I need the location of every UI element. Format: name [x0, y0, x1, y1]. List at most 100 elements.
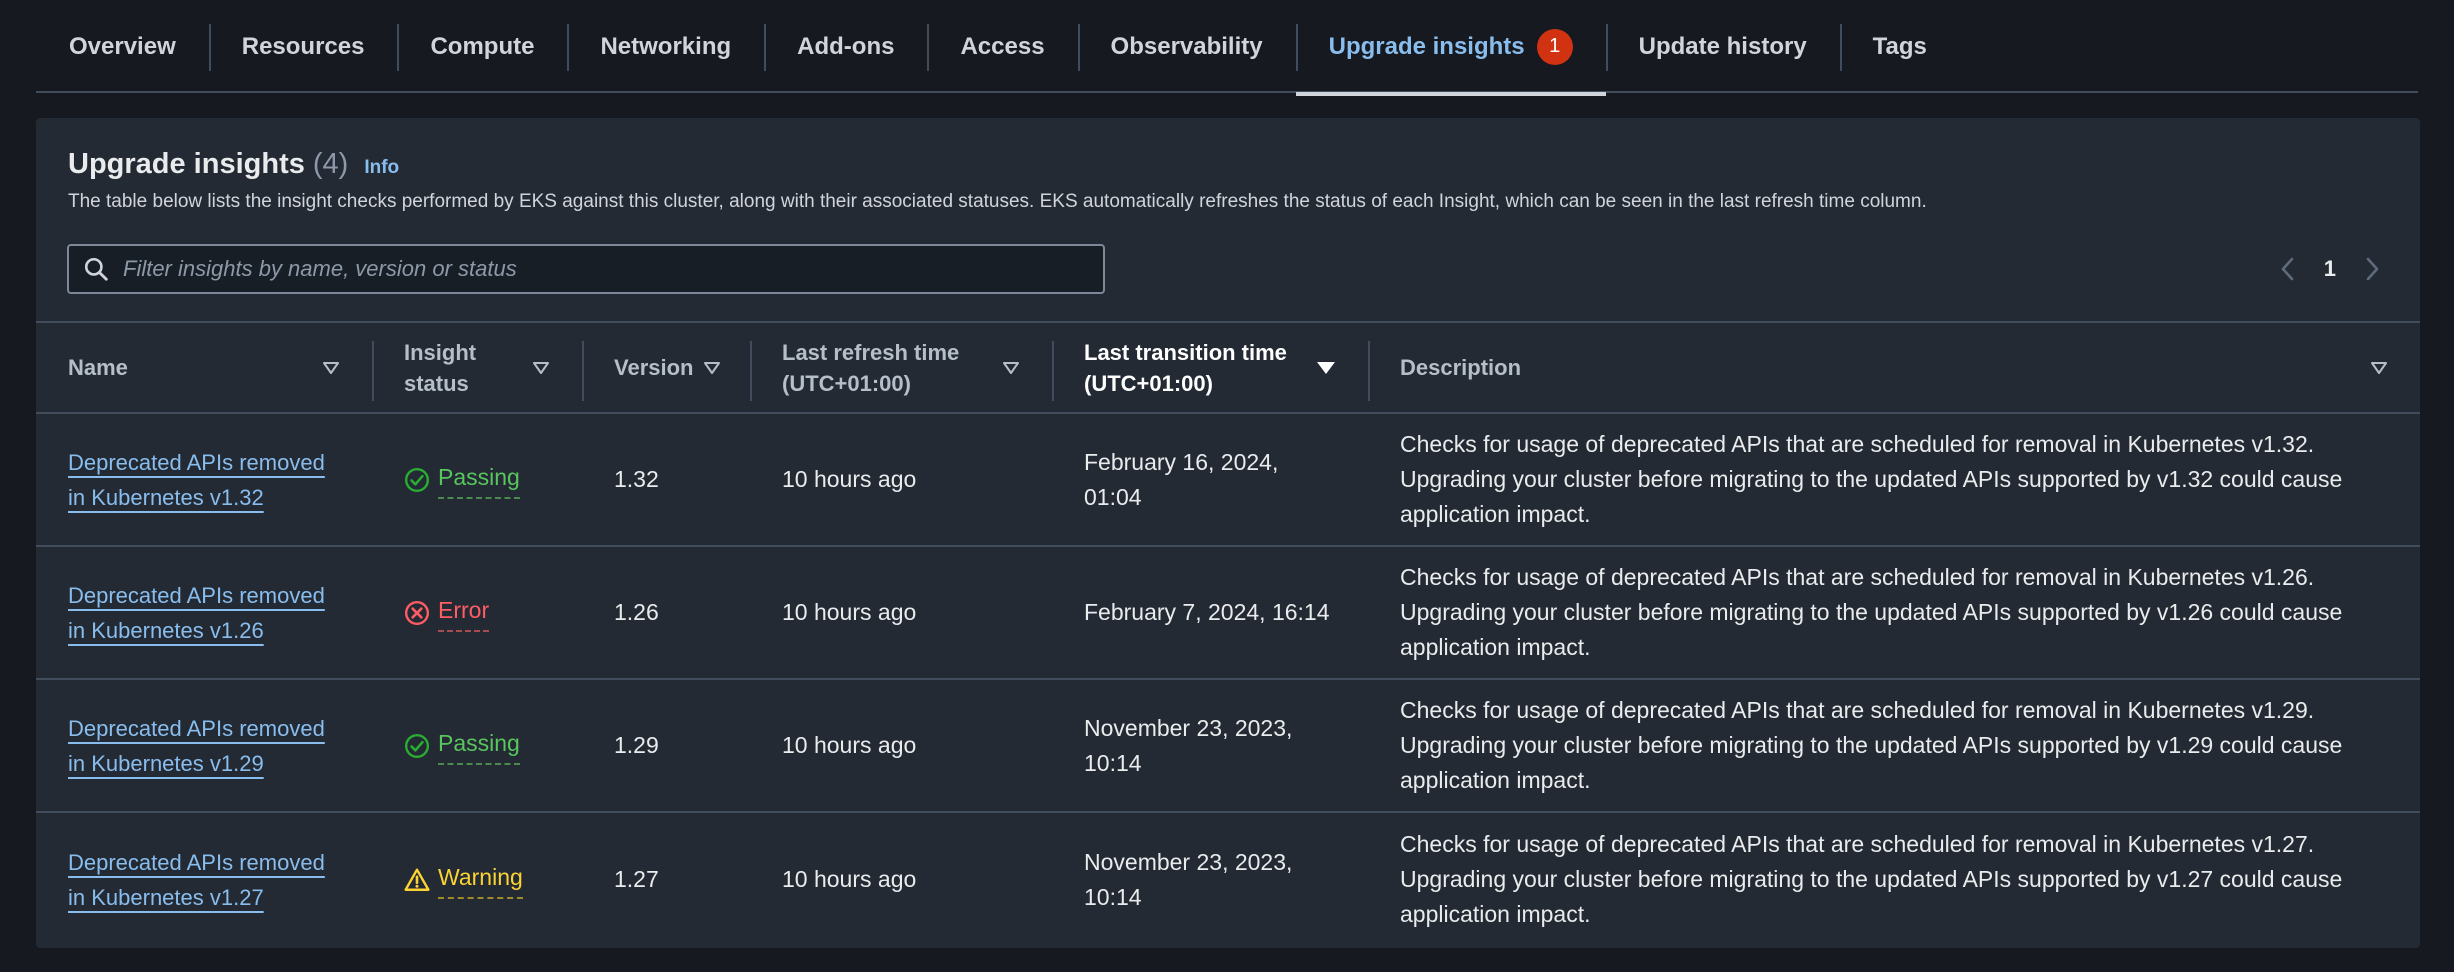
page-number-current[interactable]: 1 — [2324, 256, 2336, 282]
cell-last-transition: February 7, 2024, 16:14 — [1084, 599, 1330, 625]
tab-label: Compute — [430, 32, 535, 60]
tab-label: Resources — [241, 32, 365, 60]
status-label: Passing — [438, 726, 520, 765]
pagination: 1 — [2276, 251, 2384, 287]
check-circle-icon — [404, 733, 430, 758]
cell-last-transition: November 23, 2023, 10:14 — [1084, 848, 1293, 910]
insights-table: Name Insight status Version Last refresh… — [36, 321, 2420, 946]
insight-count: (4) — [312, 148, 349, 180]
cell-last-refresh: 10 hours ago — [782, 732, 917, 758]
tab-upgrade-insights[interactable]: Upgrade insights 1 — [1295, 0, 1606, 96]
column-header-label: Last refresh time (UTC+01:00) — [782, 339, 960, 396]
column-header-name[interactable]: Name — [36, 323, 372, 412]
status-badge: Passing — [404, 460, 520, 499]
cell-description: Checks for usage of deprecated APIs that… — [1400, 564, 2343, 660]
caret-down-icon[interactable] — [322, 361, 340, 375]
tab-overview[interactable]: Overview — [36, 0, 209, 93]
column-header-last-refresh-time[interactable]: Last refresh time (UTC+01:00) — [750, 323, 1052, 412]
caret-down-icon[interactable] — [1316, 360, 1336, 376]
status-badge: Passing — [404, 726, 520, 765]
tab-label: Overview — [69, 32, 176, 60]
tab-resources[interactable]: Resources — [208, 0, 398, 93]
panel-title-row: Upgrade insights (4) Info — [68, 148, 2388, 181]
cell-last-transition: February 16, 2024, 01:04 — [1084, 448, 1279, 510]
cell-description: Checks for usage of deprecated APIs that… — [1400, 831, 2343, 927]
column-header-version[interactable]: Version — [582, 323, 750, 412]
status-badge: Warning — [404, 860, 523, 899]
tab-label: Update history — [1638, 32, 1807, 60]
cell-name: Deprecated APIs removed in Kubernetes v1… — [36, 813, 372, 946]
tab-tags[interactable]: Tags — [1839, 0, 1960, 93]
cell-version: 1.27 — [614, 866, 659, 892]
tab-access[interactable]: Access — [927, 0, 1077, 93]
status-label: Passing — [438, 460, 520, 499]
tab-label: Upgrade insights — [1328, 32, 1525, 60]
cell-name: Deprecated APIs removed in Kubernetes v1… — [36, 414, 372, 545]
tab-networking[interactable]: Networking — [567, 0, 764, 93]
tab-label: Add-ons — [797, 32, 895, 60]
cell-version: 1.32 — [614, 466, 659, 492]
table-row: Deprecated APIs removed in Kubernetes v1… — [36, 680, 2420, 813]
filter-search-box — [67, 244, 1105, 294]
cell-status: Passing — [372, 414, 582, 545]
table-row: Deprecated APIs removed in Kubernetes v1… — [36, 813, 2420, 946]
panel-title: Upgrade insights — [68, 148, 305, 180]
status-label: Error — [438, 593, 490, 632]
table-header: Name Insight status Version Last refresh… — [36, 321, 2420, 414]
tab-label: Observability — [1110, 32, 1263, 60]
column-header-description[interactable]: Description — [1368, 323, 2420, 412]
status-label: Warning — [438, 860, 523, 899]
table-row: Deprecated APIs removed in Kubernetes v1… — [36, 547, 2420, 680]
insight-name-link[interactable]: Deprecated APIs removed in Kubernetes v1… — [68, 711, 340, 781]
column-header-label: Last transition time (UTC+01:00) — [1084, 339, 1287, 396]
column-header-insight-status[interactable]: Insight status — [372, 323, 582, 412]
insight-name-link[interactable]: Deprecated APIs removed in Kubernetes v1… — [68, 845, 340, 915]
status-badge: Error — [404, 593, 490, 632]
cell-description: Checks for usage of deprecated APIs that… — [1400, 697, 2343, 793]
search-icon — [84, 257, 108, 281]
tab-add-ons[interactable]: Add-ons — [764, 0, 927, 93]
tab-observability[interactable]: Observability — [1077, 0, 1296, 93]
chevron-left-icon[interactable] — [2276, 254, 2300, 284]
table-row: Deprecated APIs removed in Kubernetes v1… — [36, 414, 2420, 547]
cell-last-refresh: 10 hours ago — [782, 466, 917, 492]
cell-description: Checks for usage of deprecated APIs that… — [1400, 431, 2343, 527]
cell-version: 1.29 — [614, 732, 659, 758]
upgrade-insights-panel: Upgrade insights (4) Info The table belo… — [36, 118, 2420, 948]
column-header-label: Description — [1400, 355, 1522, 380]
cell-last-transition: November 23, 2023, 10:14 — [1084, 714, 1293, 776]
column-header-label: Name — [68, 355, 128, 380]
x-circle-icon — [404, 600, 430, 625]
caret-down-icon[interactable] — [532, 361, 550, 375]
tab-update-history[interactable]: Update history — [1605, 0, 1840, 93]
tab-bar: Overview Resources Compute Networking Ad… — [36, 0, 2418, 96]
cell-last-refresh: 10 hours ago — [782, 599, 917, 625]
tab-label: Access — [960, 32, 1045, 60]
column-header-label: Insight status — [404, 339, 477, 396]
insight-name-link[interactable]: Deprecated APIs removed in Kubernetes v1… — [68, 445, 340, 515]
warning-triangle-icon — [404, 868, 430, 891]
caret-down-icon[interactable] — [2370, 361, 2388, 375]
cell-version: 1.26 — [614, 599, 659, 625]
caret-down-icon[interactable] — [1002, 361, 1020, 375]
chevron-right-icon[interactable] — [2360, 254, 2384, 284]
tab-label: Networking — [600, 32, 732, 60]
column-header-label: Version — [614, 355, 694, 380]
cell-status: Passing — [372, 680, 582, 811]
cell-status: Error — [372, 547, 582, 678]
tab-label: Tags — [1872, 32, 1927, 60]
notification-badge: 1 — [1536, 28, 1573, 65]
info-link[interactable]: Info — [364, 157, 399, 179]
search-input[interactable] — [123, 256, 1083, 282]
cell-status: Warning — [372, 813, 582, 946]
caret-down-icon[interactable] — [703, 361, 721, 375]
cell-last-refresh: 10 hours ago — [782, 866, 917, 892]
cell-name: Deprecated APIs removed in Kubernetes v1… — [36, 547, 372, 678]
check-circle-icon — [404, 467, 430, 492]
column-header-last-transition-time[interactable]: Last transition time (UTC+01:00) — [1052, 323, 1368, 412]
insight-name-link[interactable]: Deprecated APIs removed in Kubernetes v1… — [68, 578, 340, 648]
tab-compute[interactable]: Compute — [397, 0, 567, 93]
cell-name: Deprecated APIs removed in Kubernetes v1… — [36, 680, 372, 811]
panel-header: Upgrade insights (4) Info The table belo… — [68, 148, 2388, 213]
panel-description: The table below lists the insight checks… — [68, 191, 1927, 212]
